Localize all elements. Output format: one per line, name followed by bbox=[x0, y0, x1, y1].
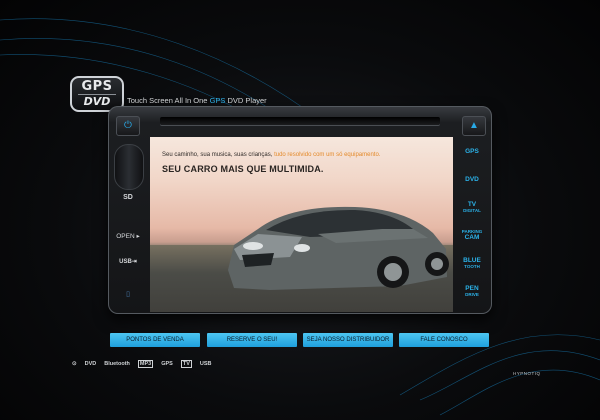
nav-pontos-de-venda[interactable]: PONTOS DE VENDA bbox=[110, 333, 200, 347]
left-control-panel: SD OPEN ▸ USB⇥ ▯ bbox=[112, 136, 144, 308]
nav-seja-nosso-distribuidor[interactable]: SEJA NOSSO DISTRIBUIDOR bbox=[303, 333, 393, 347]
display-screen: Seu caminho, sua musica, suas crianças, … bbox=[150, 137, 453, 312]
sd-card-slot-label: SD bbox=[123, 194, 133, 201]
tagline-accent: GPS bbox=[209, 96, 226, 105]
right-control-panel: GPS DVD TV DIGITAL PARKING CAM BLUE TOOTH P… bbox=[456, 136, 488, 308]
dvd-logo-icon: DVD bbox=[84, 361, 97, 367]
dvd-button-label: DVD bbox=[465, 175, 479, 183]
bluetooth-logo-icon: Bluetooth bbox=[104, 361, 130, 367]
screen-subheadline-start: Seu caminho, sua musica, suas crianças, bbox=[162, 152, 275, 158]
volume-knob[interactable] bbox=[114, 144, 144, 190]
tv-button-sub: DIGITAL bbox=[463, 208, 481, 214]
gps-logo-icon: GPS bbox=[161, 361, 173, 367]
tagline: Touch Screen All In One GPS DVD Player bbox=[127, 96, 267, 105]
logo-line-2: DVD bbox=[78, 94, 116, 107]
pen-drive-button[interactable]: PEN DRIVE bbox=[458, 280, 486, 304]
nav-reserve-o-seu[interactable]: RESERVE O SEU! bbox=[207, 333, 297, 347]
footer-feature-logos: ⊙ DVD Bluetooth MP3 GPS TV USB bbox=[72, 359, 212, 369]
open-button[interactable]: OPEN ▸ bbox=[114, 232, 142, 240]
dvd-button[interactable]: DVD bbox=[458, 168, 486, 192]
screen-subheadline-accent: tudo resolvido com um só equipamento. bbox=[274, 152, 381, 158]
tv-digital-button[interactable]: TV DIGITAL bbox=[458, 196, 486, 220]
mp3-logo-icon: MP3 bbox=[137, 360, 154, 368]
nav-fale-conosco[interactable]: FALE CONOSCO bbox=[399, 333, 489, 347]
gps-button-label: GPS bbox=[465, 147, 479, 155]
usb-logo-icon: USB bbox=[199, 361, 212, 367]
drive-button-sub: DRIVE bbox=[465, 292, 479, 298]
cam-button-label: CAM bbox=[464, 233, 480, 241]
tagline-text-start: Touch Screen All In One bbox=[127, 96, 210, 105]
parking-cam-button[interactable]: PARKING CAM bbox=[458, 224, 486, 248]
bluetooth-button[interactable]: BLUE TOOTH bbox=[458, 252, 486, 276]
cd-logo-icon: ⊙ bbox=[72, 361, 77, 367]
mini-port-icon: ▯ bbox=[126, 291, 130, 298]
disc-slot bbox=[160, 117, 440, 125]
logo-line-1: GPS bbox=[81, 79, 113, 94]
site-credit[interactable]: HYPNOTIQ bbox=[513, 371, 541, 376]
gps-button[interactable]: GPS bbox=[458, 140, 486, 164]
usb-port-label: USB⇥ bbox=[119, 259, 137, 265]
screen-headline: SEU CARRO MAIS QUE MULTIMIDA. bbox=[162, 164, 324, 174]
tagline-text-end: DVD Player bbox=[225, 96, 267, 105]
screen-subheadline: Seu caminho, sua musica, suas crianças, … bbox=[162, 152, 380, 158]
tv-logo-icon: TV bbox=[180, 360, 192, 368]
tooth-button-sub: TOOTH bbox=[464, 264, 480, 270]
eject-button[interactable]: ▲ bbox=[462, 116, 486, 136]
power-button[interactable]: ⏻ bbox=[116, 116, 140, 136]
